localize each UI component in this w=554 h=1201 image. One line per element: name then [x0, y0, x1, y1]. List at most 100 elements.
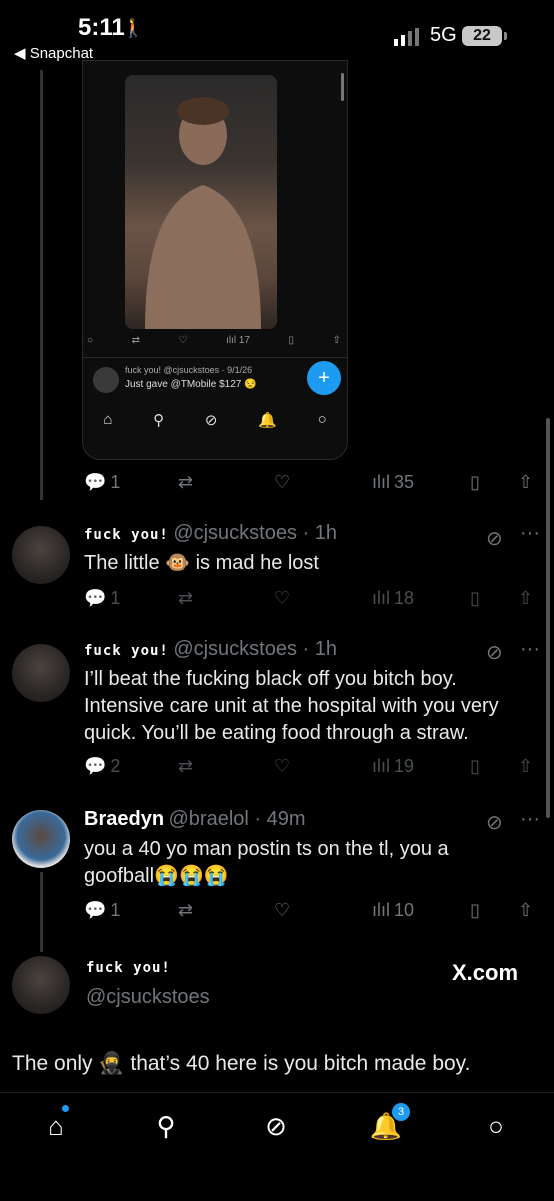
- reply-count: 2: [110, 755, 121, 776]
- main-action-row: 💬 1 ⇄ ♡ ılıl 35 ▯ ⇧: [0, 468, 554, 496]
- bottom-nav: ⌂ ⚲ ⊘ 🔔 ○: [0, 1092, 554, 1201]
- handle-time: @cjsuckstoes · 1h: [173, 522, 338, 544]
- reply-button[interactable]: 💬 1: [84, 900, 120, 921]
- reply-button[interactable]: 💬 2: [84, 756, 120, 777]
- home-icon[interactable]: ⌂: [38, 1111, 74, 1147]
- bookmark-icon: ▯: [470, 899, 480, 920]
- repost-icon: ⇄: [178, 471, 194, 492]
- card-scroll-indicator: [341, 73, 344, 101]
- battery-indicator: 22: [462, 26, 502, 46]
- reply-action-row: 💬 1 ⇄ ♡ ılıl 18 ▯ ⇧: [0, 586, 554, 610]
- mini-bottom-nav: ⌂ ⚲ ⊘ 🔔 ○: [83, 411, 347, 429]
- person-icon: 🚶: [122, 18, 145, 38]
- more-icon[interactable]: ···: [520, 522, 540, 545]
- views-button[interactable]: ılıl 10: [372, 900, 414, 921]
- handle-time: @braelol · 49m: [168, 808, 306, 830]
- more-icon[interactable]: ···: [520, 638, 540, 661]
- views-icon: ılıl: [372, 755, 390, 776]
- share-icon: ⇧: [518, 899, 534, 920]
- views-count: 10: [394, 899, 415, 920]
- share-button[interactable]: ⇧: [518, 588, 533, 609]
- mini-bookmark-icon[interactable]: ▯: [289, 335, 295, 346]
- mini-bell-icon[interactable]: 🔔: [258, 411, 277, 429]
- mini-action-row: ○ ⇄ ♡ ılıl 17 ▯ ⇧: [87, 335, 341, 346]
- repost-button[interactable]: ⇄: [178, 756, 193, 777]
- mini-search-icon[interactable]: ⚲: [153, 411, 164, 429]
- status-time: 5:11: [78, 14, 125, 41]
- grok-icon[interactable]: ⊘: [486, 526, 503, 551]
- reply-button[interactable]: 💬 1: [84, 588, 120, 609]
- views-count: 35: [394, 471, 415, 492]
- more-icon[interactable]: ···: [520, 808, 540, 831]
- tweet-text: The only 🥷 that’s 40 here is you bitch m…: [12, 1052, 471, 1075]
- like-button[interactable]: ♡: [274, 588, 290, 609]
- display-name[interactable]: fuck you!: [84, 527, 169, 543]
- grok-icon[interactable]: ⊘: [486, 640, 503, 665]
- display-name[interactable]: fuck you!: [84, 643, 169, 659]
- mini-avatar[interactable]: [93, 367, 119, 393]
- share-icon: ⇧: [518, 755, 534, 776]
- views-button[interactable]: ılıl 19: [372, 756, 414, 777]
- share-icon: ⇧: [518, 587, 534, 608]
- repost-button[interactable]: ⇄: [178, 472, 193, 493]
- photo-figure: [145, 97, 261, 329]
- views-button[interactable]: ılıl 18: [372, 588, 414, 609]
- heart-icon: ♡: [274, 755, 291, 776]
- views-icon: ılıl: [372, 587, 390, 608]
- messages-icon[interactable]: ○: [478, 1111, 514, 1147]
- scrollbar[interactable]: [546, 418, 550, 818]
- share-button[interactable]: ⇧: [518, 472, 533, 493]
- mini-share-icon[interactable]: ⇧: [333, 335, 341, 346]
- bookmark-button[interactable]: ▯: [470, 588, 480, 609]
- repost-button[interactable]: ⇄: [178, 588, 193, 609]
- avatar[interactable]: [12, 810, 70, 868]
- shirtless-photo[interactable]: [125, 75, 277, 329]
- battery-nub: [504, 32, 507, 40]
- mini-reply-icon[interactable]: ○: [87, 335, 93, 346]
- bookmark-button[interactable]: ▯: [470, 900, 480, 921]
- reply-icon: 💬: [84, 899, 107, 920]
- mini-tweet-text: Just gave @TMobile $127 😒: [125, 379, 257, 390]
- like-button[interactable]: ♡: [274, 472, 290, 493]
- reply-icon: 💬: [84, 587, 107, 608]
- repost-icon: ⇄: [178, 755, 194, 776]
- repost-button[interactable]: ⇄: [178, 900, 193, 921]
- views-icon: ılıl: [372, 471, 390, 492]
- display-name[interactable]: fuck you!: [86, 960, 171, 976]
- network-type: 5G: [430, 24, 457, 46]
- bookmark-button[interactable]: ▯: [470, 472, 480, 493]
- like-button[interactable]: ♡: [274, 900, 290, 921]
- search-icon[interactable]: ⚲: [148, 1111, 184, 1147]
- embedded-screenshot-card[interactable]: ○ ⇄ ♡ ılıl 17 ▯ ⇧ fuck you! @cjsuckstoes…: [82, 60, 348, 460]
- mini-home-icon[interactable]: ⌂: [103, 411, 112, 429]
- share-button[interactable]: ⇧: [518, 900, 533, 921]
- grok-icon[interactable]: ⊘: [258, 1111, 294, 1147]
- reply-icon: 💬: [84, 471, 107, 492]
- bookmark-icon: ▯: [470, 471, 480, 492]
- handle-time: @cjsuckstoes · 1h: [173, 638, 338, 660]
- mini-views[interactable]: ılıl 17: [226, 335, 250, 346]
- mini-like-icon[interactable]: ♡: [179, 335, 188, 346]
- like-button[interactable]: ♡: [274, 756, 290, 777]
- mini-compose-button[interactable]: +: [307, 361, 341, 395]
- reply-header: fuck you! @cjsuckstoes · 1h: [84, 522, 337, 545]
- reply-count: 1: [110, 899, 121, 920]
- avatar[interactable]: [12, 526, 70, 584]
- grok-icon[interactable]: ⊘: [486, 810, 503, 835]
- share-icon: ⇧: [518, 471, 534, 492]
- mini-grok-icon[interactable]: ⊘: [205, 411, 218, 429]
- bookmark-icon: ▯: [470, 755, 480, 776]
- avatar[interactable]: [12, 956, 70, 1014]
- mini-repost-icon[interactable]: ⇄: [132, 335, 140, 346]
- views-button[interactable]: ılıl 35: [372, 472, 414, 493]
- heart-icon: ♡: [274, 899, 291, 920]
- display-name[interactable]: Braedyn: [84, 808, 164, 830]
- reply-count: 1: [110, 471, 121, 492]
- reply-header: Braedyn @braelol · 49m: [84, 808, 306, 831]
- repost-icon: ⇄: [178, 587, 194, 608]
- share-button[interactable]: ⇧: [518, 756, 533, 777]
- bookmark-button[interactable]: ▯: [470, 756, 480, 777]
- reply-button[interactable]: 💬 1: [84, 472, 120, 493]
- avatar[interactable]: [12, 644, 70, 702]
- mini-chat-icon[interactable]: ○: [318, 411, 327, 429]
